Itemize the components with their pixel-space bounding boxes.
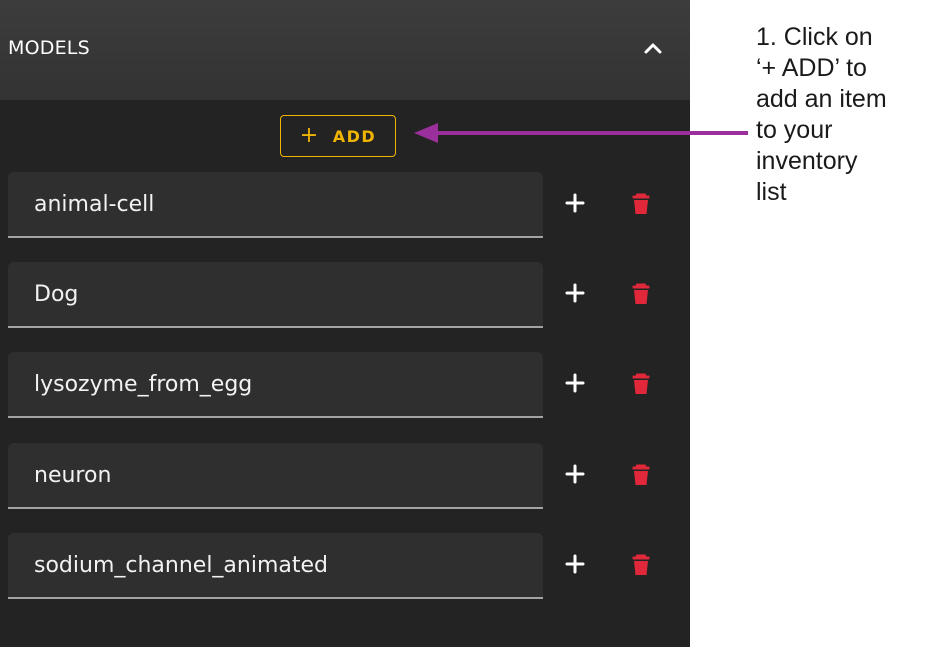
model-row: lysozyme_from_egg xyxy=(0,352,690,418)
annotation-line: add an item xyxy=(756,85,887,113)
plus-icon[interactable] xyxy=(562,461,588,487)
model-name: lysozyme_from_egg xyxy=(34,372,253,397)
annotation-line: to your xyxy=(756,116,833,144)
model-name-field[interactable]: lysozyme_from_egg xyxy=(8,352,543,418)
annotation-arrow xyxy=(414,123,748,143)
add-button-label: ADD xyxy=(332,126,377,146)
model-name-field[interactable]: sodium_channel_animated xyxy=(8,533,543,599)
trash-icon[interactable] xyxy=(628,462,654,488)
plus-icon: + xyxy=(299,123,320,148)
model-name: sodium_channel_animated xyxy=(34,553,329,578)
annotation-line: list xyxy=(756,178,787,206)
plus-icon[interactable] xyxy=(562,370,588,396)
plus-icon[interactable] xyxy=(562,190,588,216)
model-name-field[interactable]: Dog xyxy=(8,262,543,328)
model-row: neuron xyxy=(0,443,690,509)
trash-icon[interactable] xyxy=(628,281,654,307)
model-row: animal-cell xyxy=(0,172,690,238)
annotation-line: 1. Click on xyxy=(756,23,873,51)
panel-title: MODELS xyxy=(8,37,90,59)
annotation-text: 1. Click on ‘+ ADD’ to add an item to yo… xyxy=(756,22,936,208)
model-row: sodium_channel_animated xyxy=(0,533,690,599)
trash-icon[interactable] xyxy=(628,371,654,397)
plus-icon[interactable] xyxy=(562,280,588,306)
models-panel: MODELS + ADD animal-cell Dog lysozyme_fr… xyxy=(0,0,690,647)
model-name: animal-cell xyxy=(34,192,155,217)
model-name: Dog xyxy=(34,282,79,307)
trash-icon[interactable] xyxy=(628,552,654,578)
model-name: neuron xyxy=(34,463,112,488)
model-row: Dog xyxy=(0,262,690,328)
annotation-line: ‘+ ADD’ to xyxy=(756,54,867,82)
models-panel-header[interactable]: MODELS xyxy=(0,0,690,100)
chevron-up-icon[interactable] xyxy=(640,36,666,62)
plus-icon[interactable] xyxy=(562,551,588,577)
model-name-field[interactable]: animal-cell xyxy=(8,172,543,238)
add-model-button[interactable]: + ADD xyxy=(280,115,396,157)
model-name-field[interactable]: neuron xyxy=(8,443,543,509)
trash-icon[interactable] xyxy=(628,191,654,217)
annotation-line: inventory xyxy=(756,147,858,175)
